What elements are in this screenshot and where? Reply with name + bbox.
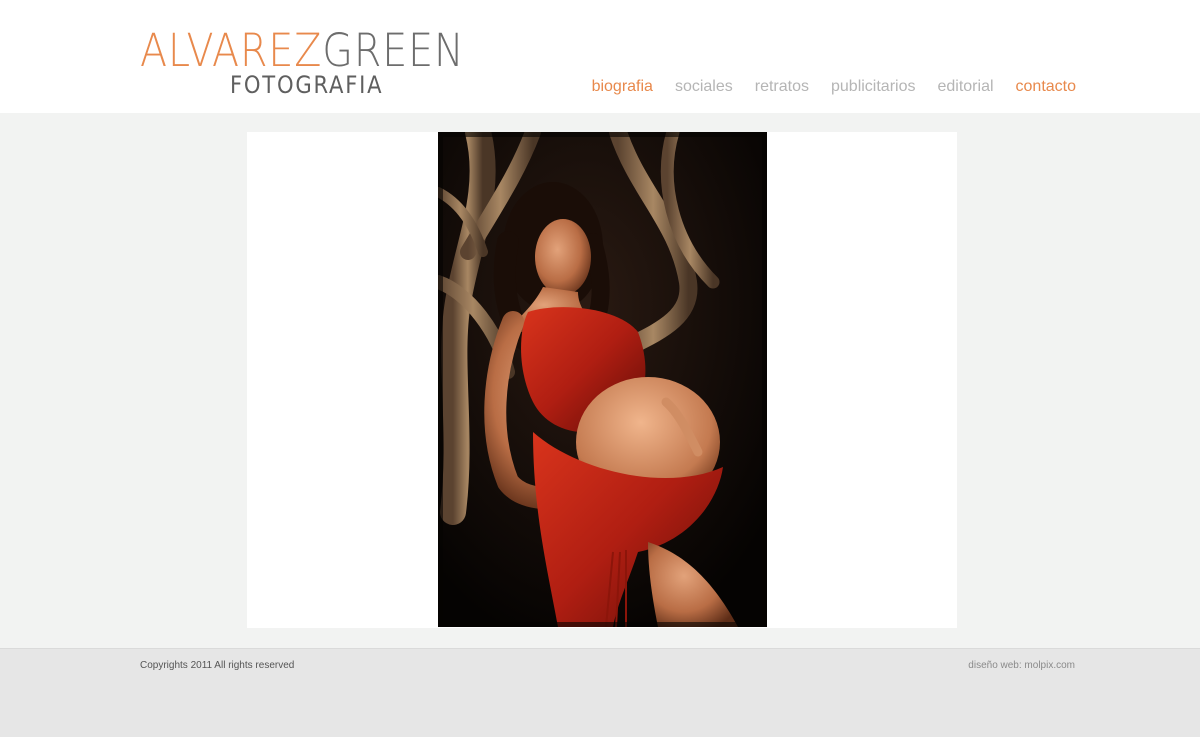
designer-credit-link[interactable]: diseño web: molpix.com [968,660,1075,671]
logo-alvarez-text: ALVAREZ [140,24,323,77]
nav-contacto[interactable]: contacto [1016,77,1076,97]
nav-editorial[interactable]: editorial [937,77,993,97]
site-logo[interactable]: ALVAREZGREEN FOTOGRAFIA [140,28,470,99]
featured-photo [438,132,767,627]
nav-retratos[interactable]: retratos [755,77,809,97]
nav-biografia[interactable]: biografia [592,77,653,97]
site-header: ALVAREZGREEN FOTOGRAFIA biografia social… [0,0,1200,113]
nav-publicitarios[interactable]: publicitarios [831,77,915,97]
logo-subtitle: FOTOGRAFIA [230,71,384,99]
nav-sociales[interactable]: sociales [675,77,733,97]
photo-frame [247,132,957,628]
main-nav: biografia sociales retratos publicitario… [592,77,1076,97]
site-footer: Copyrights 2011 All rights reserved dise… [0,648,1200,737]
logo-green-text: GREEN [322,24,465,77]
logo-wordmark: ALVAREZGREEN [140,28,465,74]
copyright-text: Copyrights 2011 All rights reserved [140,660,295,671]
